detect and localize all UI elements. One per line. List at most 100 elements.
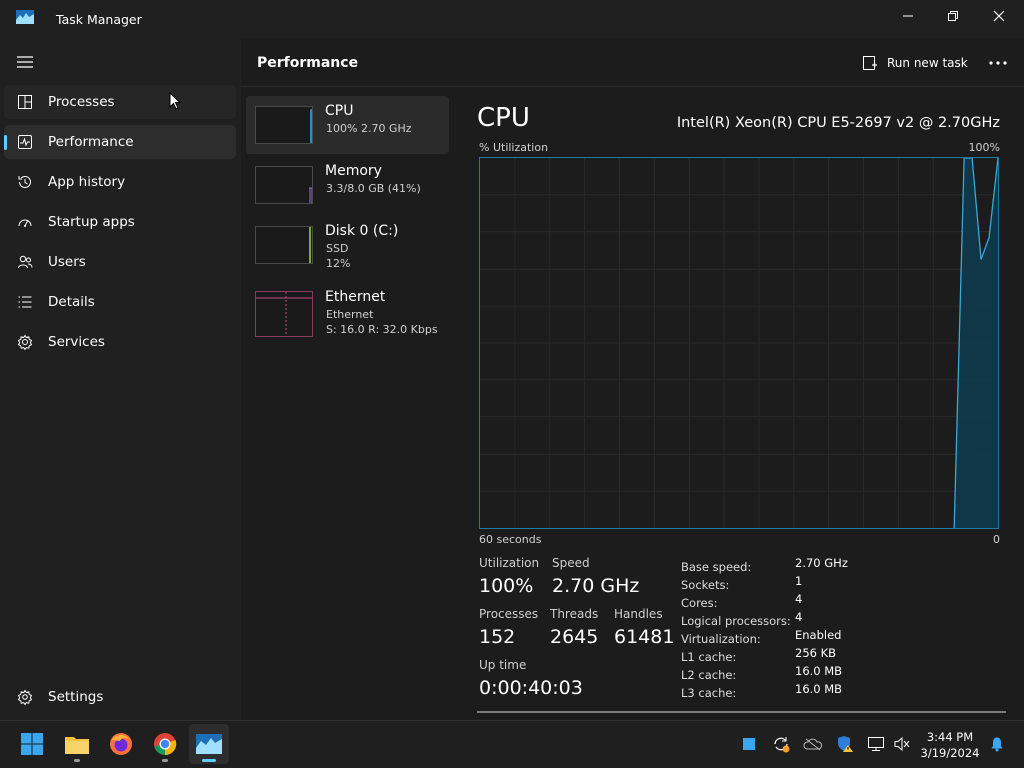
- device-name: Disk 0 (C:): [325, 223, 399, 239]
- spec-value: 1: [795, 574, 803, 588]
- spec-key: Cores:: [681, 596, 718, 610]
- header-divider: [241, 86, 1024, 87]
- run-task-icon: [863, 56, 877, 70]
- device-item-memory[interactable]: Memory 3.3/8.0 GB (41%): [246, 156, 449, 214]
- sidebar-item-label: Users: [48, 254, 86, 270]
- taskbar-clock[interactable]: 3:44 PM 3/19/2024: [918, 729, 982, 761]
- taskbar-task-manager[interactable]: [189, 724, 229, 764]
- utilization-value: 100%: [479, 575, 534, 597]
- performance-icon: [16, 133, 34, 151]
- processes-icon: [16, 93, 34, 111]
- start-button[interactable]: [12, 724, 52, 764]
- volume-muted-icon[interactable]: [891, 734, 913, 754]
- spec-row: Cores: 4: [681, 592, 881, 610]
- handles-value: 61481: [614, 626, 675, 648]
- device-item-cpu[interactable]: CPU 100% 2.70 GHz: [246, 96, 449, 154]
- device-detail: SSD: [326, 242, 349, 255]
- sidebar-item-performance[interactable]: Performance: [4, 125, 236, 159]
- hamburger-menu-icon[interactable]: [16, 56, 34, 68]
- device-detail: S: 16.0 R: 32.0 Kbps: [326, 323, 438, 336]
- detail-title: CPU: [477, 103, 530, 133]
- sidebar-item-label: Processes: [48, 94, 115, 110]
- minimize-icon: [903, 15, 913, 17]
- cpu-thumbnail: [255, 106, 313, 144]
- taskbar-firefox[interactable]: [101, 724, 141, 764]
- ethernet-thumbnail: [255, 291, 313, 337]
- spec-value: Enabled: [795, 628, 842, 642]
- device-detail: 100% 2.70 GHz: [326, 122, 412, 135]
- device-item-ethernet[interactable]: Ethernet Ethernet S: 16.0 R: 32.0 Kbps: [246, 282, 449, 340]
- graph-max-label: 100%: [968, 141, 1000, 154]
- maximize-button[interactable]: [930, 0, 976, 32]
- run-new-task-label: Run new task: [887, 56, 968, 70]
- spec-key: Virtualization:: [681, 632, 761, 646]
- device-detail: 3.3/8.0 GB (41%): [326, 182, 421, 195]
- clock-time: 3:44 PM: [926, 730, 974, 744]
- spec-row: L2 cache: 16.0 MB: [681, 664, 881, 682]
- active-indicator: [4, 135, 7, 150]
- sidebar-item-label: Performance: [48, 134, 134, 150]
- sidebar-item-label: Services: [48, 334, 105, 350]
- more-options-button[interactable]: [984, 52, 1012, 74]
- window-title: Task Manager: [56, 12, 142, 27]
- sidebar-item-label: App history: [48, 174, 126, 190]
- services-icon: [16, 333, 34, 351]
- device-item-disk[interactable]: Disk 0 (C:) SSD 12%: [246, 216, 449, 274]
- memory-thumbnail: [255, 166, 313, 204]
- device-name: CPU: [325, 103, 354, 119]
- spec-key: L3 cache:: [681, 686, 737, 700]
- firefox-icon: [110, 733, 132, 755]
- sidebar-item-services[interactable]: Services: [4, 325, 236, 359]
- taskbar-chrome[interactable]: [145, 724, 185, 764]
- title-bar: [0, 0, 1024, 38]
- running-indicator: [162, 759, 168, 762]
- notifications-bell-icon[interactable]: [986, 734, 1008, 754]
- processes-label: Processes: [479, 607, 539, 621]
- spec-key: L1 cache:: [681, 650, 737, 664]
- spec-row: Virtualization: Enabled: [681, 628, 881, 646]
- sync-icon[interactable]: [770, 734, 792, 754]
- running-indicator: [74, 759, 80, 762]
- sidebar-item-label: Details: [48, 294, 95, 310]
- chrome-icon: [154, 733, 177, 756]
- startup-icon: [16, 213, 34, 231]
- run-new-task-button[interactable]: Run new task: [862, 52, 968, 74]
- device-name: Memory: [325, 163, 382, 179]
- threads-value: 2645: [550, 626, 599, 648]
- graph-y-label: % Utilization: [479, 141, 549, 154]
- mouse-cursor-icon: [169, 92, 181, 110]
- windows-logo-icon: [21, 733, 43, 755]
- uptime-value: 0:00:40:03: [479, 677, 583, 699]
- spec-value: 16.0 MB: [795, 682, 843, 696]
- onedrive-icon[interactable]: [802, 734, 824, 754]
- sidebar-item-users[interactable]: Users: [4, 245, 236, 279]
- settings-label: Settings: [48, 689, 104, 705]
- cpu-utilization-graph: [479, 157, 999, 529]
- users-icon: [16, 253, 34, 271]
- handles-label: Handles: [614, 607, 663, 621]
- speed-value: 2.70 GHz: [552, 575, 640, 597]
- taskbar-file-explorer[interactable]: [57, 724, 97, 764]
- tray-notes-icon[interactable]: [738, 734, 760, 754]
- close-button[interactable]: [976, 0, 1022, 32]
- processes-value: 152: [479, 626, 516, 648]
- sidebar-item-settings[interactable]: Settings: [4, 680, 236, 714]
- security-warning-icon[interactable]: [834, 734, 856, 754]
- spec-value: 16.0 MB: [795, 664, 843, 678]
- specs-table: Base speed: 2.70 GHz Sockets: 1 Cores: 4 Lo…: [681, 556, 881, 700]
- sidebar-item-processes[interactable]: Processes: [4, 85, 236, 119]
- history-icon: [16, 173, 34, 191]
- device-detail: Ethernet: [326, 308, 374, 321]
- horizontal-scrollbar[interactable]: [477, 711, 1006, 713]
- spec-row: Logical processors: 4: [681, 610, 881, 628]
- folder-icon: [65, 737, 89, 754]
- running-indicator: [202, 759, 216, 762]
- sidebar-item-details[interactable]: Details: [4, 285, 236, 319]
- minimize-button[interactable]: [885, 0, 931, 32]
- sidebar-item-app-history[interactable]: App history: [4, 165, 236, 199]
- task-manager-icon: [16, 10, 34, 24]
- spec-key: Base speed:: [681, 560, 752, 574]
- sidebar-item-startup-apps[interactable]: Startup apps: [4, 205, 236, 239]
- network-icon[interactable]: [865, 734, 887, 754]
- spec-row: L1 cache: 256 KB: [681, 646, 881, 664]
